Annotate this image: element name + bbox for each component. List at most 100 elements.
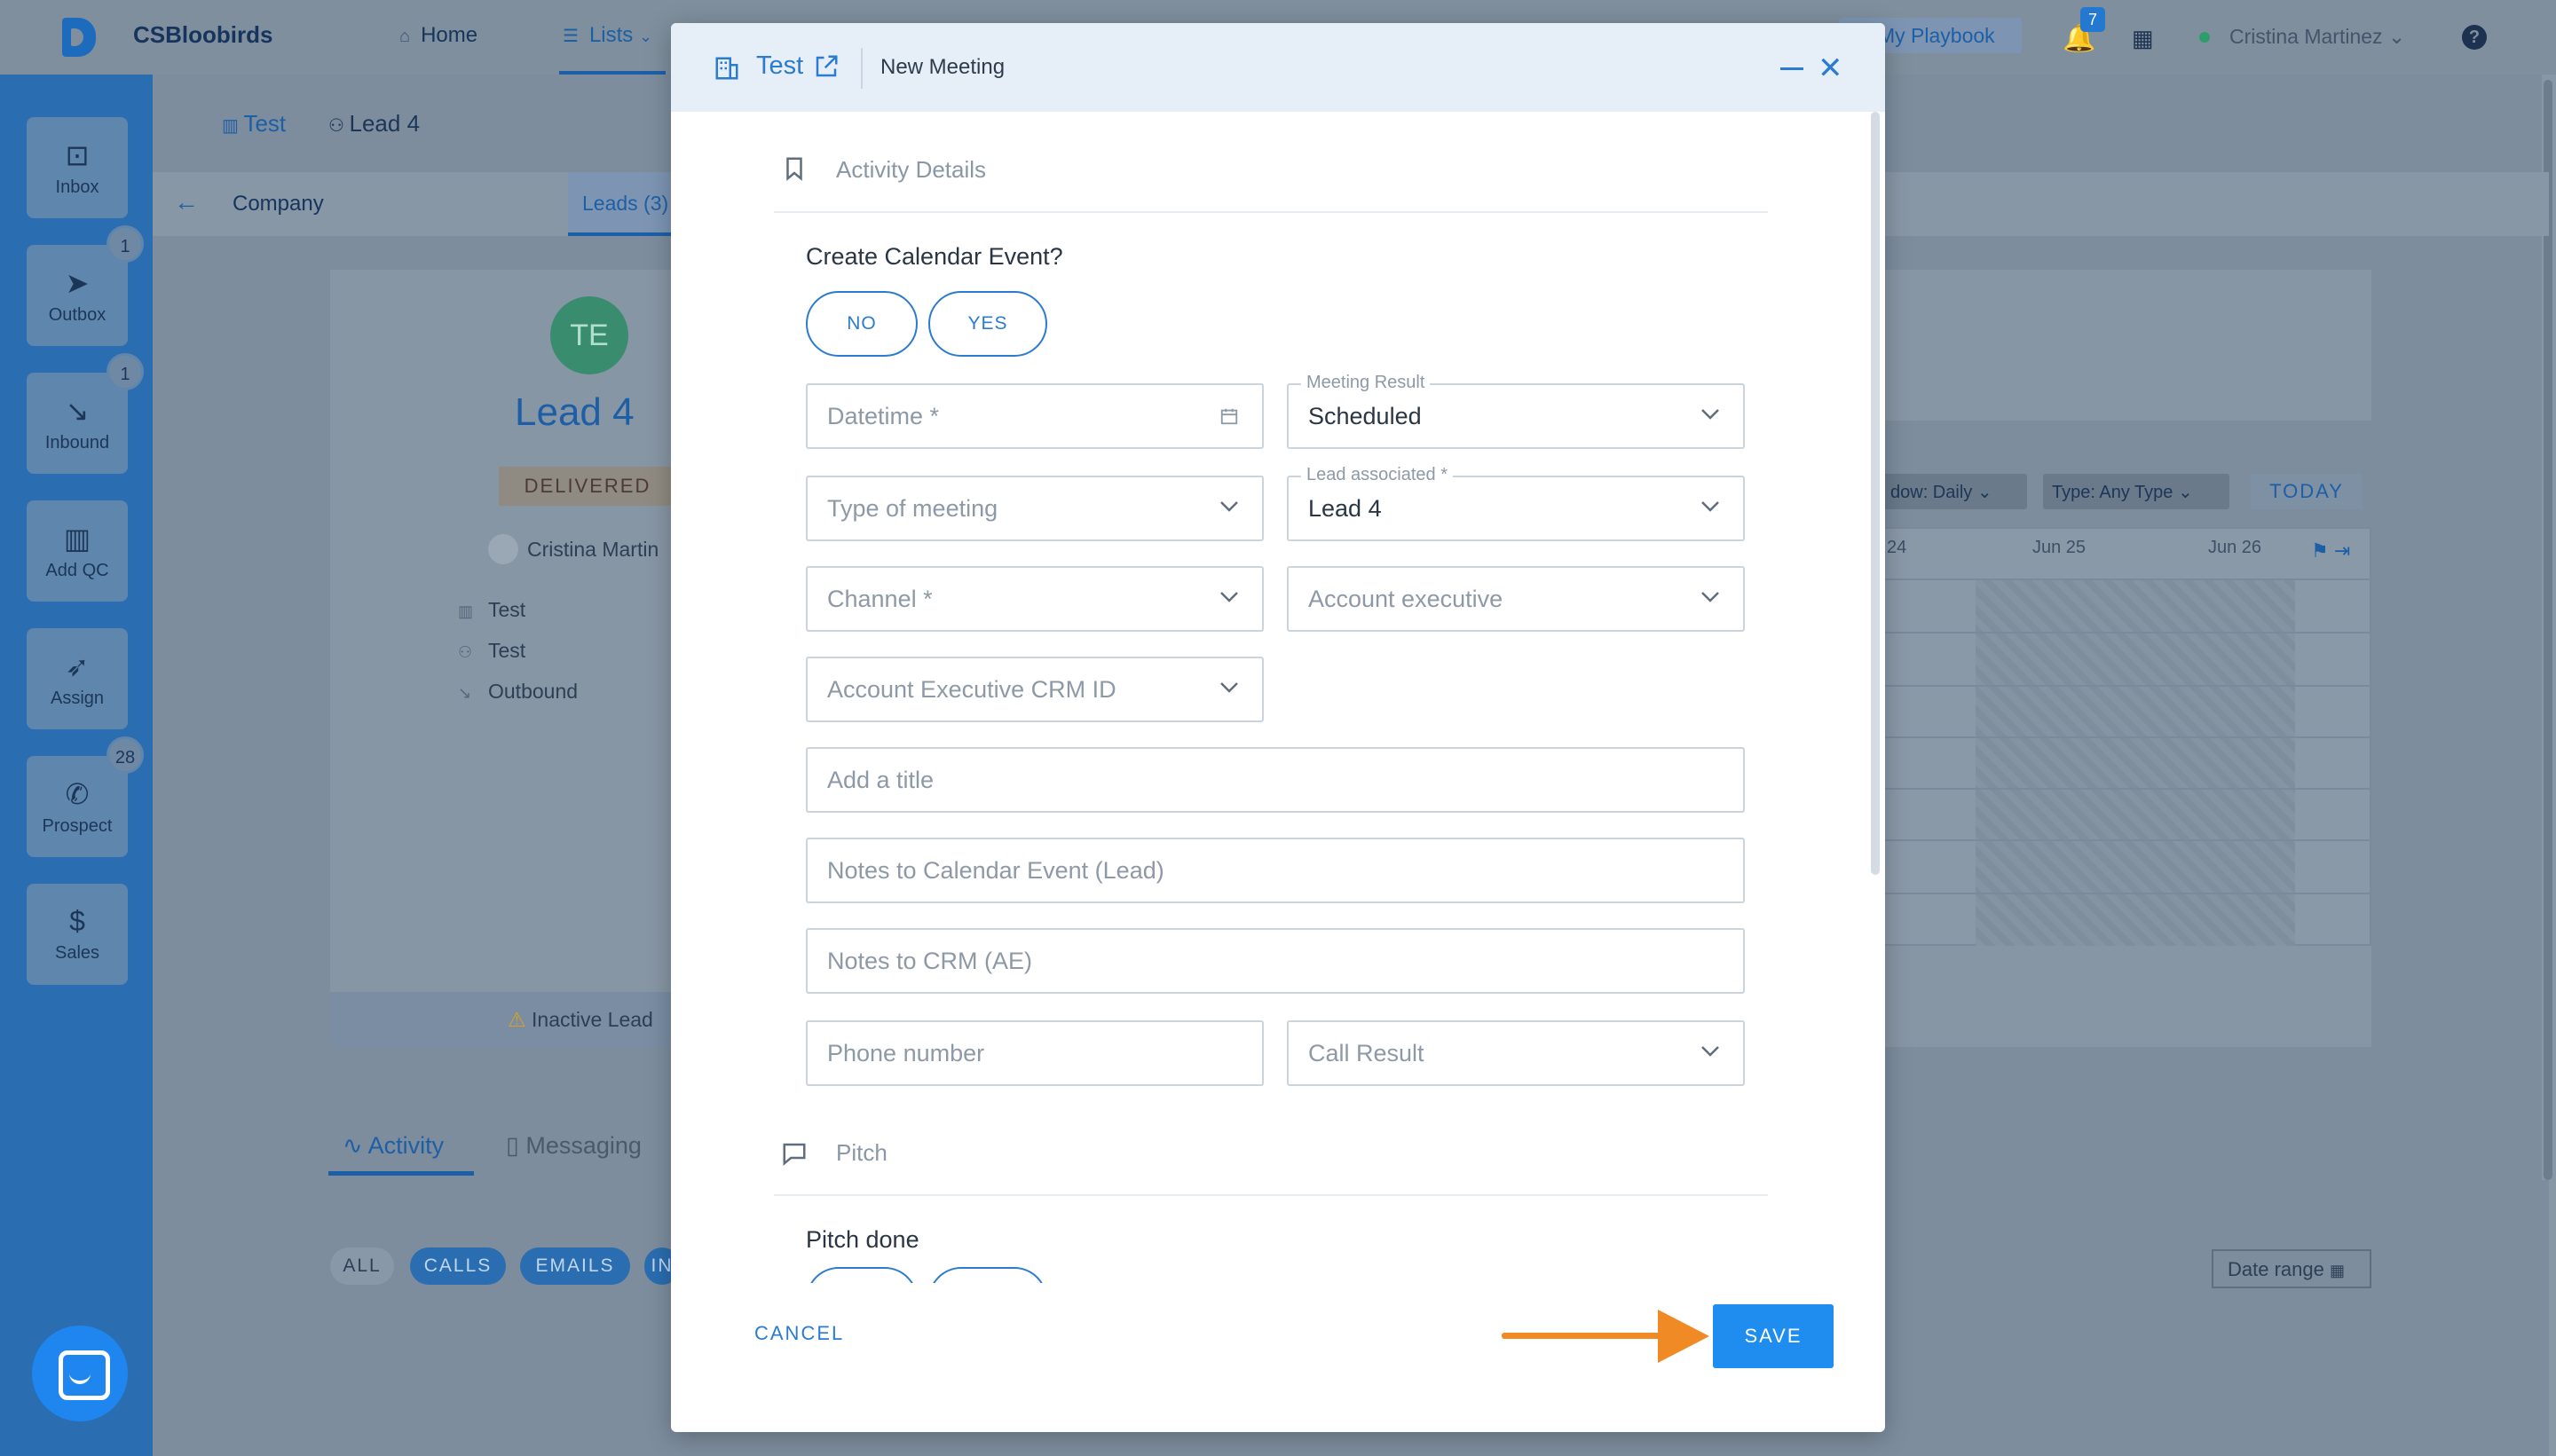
tab-activity[interactable]: ∿ Activity — [343, 1132, 444, 1160]
calendar-row-line — [1882, 736, 2371, 738]
create-calendar-event-label: Create Calendar Event? — [806, 243, 1063, 270]
meeting-result-select[interactable]: Meeting Result Scheduled — [1287, 373, 1745, 449]
building-icon — [715, 57, 738, 80]
phone-number-input[interactable]: Phone number — [806, 1020, 1264, 1086]
ae-crm-id-select[interactable]: Account Executive CRM ID — [806, 657, 1264, 722]
notes-calendar-event-input[interactable]: Notes to Calendar Event (Lead) — [806, 838, 1745, 903]
inactive-lead-banner: ⚠ Inactive Lead — [330, 992, 676, 1047]
minimize-icon[interactable] — [1780, 67, 1803, 70]
close-icon[interactable]: ✕ — [1818, 53, 1843, 83]
calendar-icon: ▦ — [2329, 1262, 2345, 1279]
warning-icon: ⚠ — [508, 1008, 532, 1031]
modal-header — [671, 23, 1885, 112]
new-meeting-modal: Test New Meeting ✕ Activity Details Crea… — [671, 23, 1885, 1432]
notes-crm-input[interactable]: Notes to CRM (AE) — [806, 928, 1745, 994]
logo-icon — [62, 18, 96, 57]
save-button[interactable]: SAVE — [1713, 1304, 1834, 1368]
lead-info-contact: ⚇ Test — [458, 639, 526, 662]
bookmark-icon — [786, 157, 802, 181]
right-panel — [1882, 270, 2371, 421]
calendar-row-line — [1882, 578, 2371, 580]
tab-leads[interactable]: Leads (3) — [568, 172, 674, 236]
sidebar-item-assign[interactable]: ➶ Assign — [27, 628, 128, 729]
tab-company[interactable]: Company — [233, 192, 324, 216]
sidebar-item-inbox[interactable]: ⊡ Inbox — [27, 117, 128, 218]
back-arrow-icon[interactable]: ← — [174, 188, 199, 216]
section-title-activity-details: Activity Details — [836, 156, 987, 183]
navigation-icon: ➶ — [65, 650, 90, 682]
no-toggle-button[interactable]: NO — [806, 291, 918, 357]
yes-toggle-button[interactable]: YES — [928, 291, 1047, 357]
sidebar-item-add-qc[interactable]: ▥ Add QC — [27, 500, 128, 602]
account-executive-select[interactable]: Account executive — [1287, 566, 1745, 632]
building-icon: ▥ — [458, 602, 474, 620]
sidebar-item-inbound[interactable]: ↘ Inbound — [27, 373, 128, 474]
tab-messaging[interactable]: ▯ Messaging — [506, 1132, 642, 1160]
call-result-select[interactable]: Call Result — [1287, 1020, 1745, 1086]
section-title-pitch: Pitch — [836, 1139, 888, 1166]
lead-associated-select[interactable]: Lead associated * Lead 4 — [1287, 465, 1745, 541]
building-icon: ▥ — [63, 523, 91, 555]
filter-chip-calls[interactable]: CALLS — [410, 1247, 506, 1285]
annotation-arrow-head — [1658, 1310, 1709, 1363]
filter-chip-all[interactable]: ALL — [330, 1247, 394, 1285]
section-divider — [774, 211, 1768, 213]
arrow-down-right-icon: ↘ — [458, 684, 472, 702]
title-input[interactable]: Add a title — [806, 747, 1745, 813]
list-icon: ☰ — [563, 27, 579, 46]
sidebar-item-sales[interactable]: $ Sales — [27, 884, 128, 985]
modal-scrollbar-thumb[interactable] — [1871, 112, 1880, 875]
calendar-icon — [1220, 408, 1238, 425]
header-divider — [861, 48, 863, 89]
chat-icon — [783, 1143, 806, 1166]
status-badge: DELIVERED — [499, 467, 676, 506]
calendar-row-line — [1882, 685, 2371, 687]
modal-footer — [671, 1283, 1885, 1304]
calendar-day-header: Jun 25 — [2032, 538, 2087, 557]
chat-launcher-icon[interactable] — [32, 1326, 128, 1421]
avatar: TE — [550, 296, 628, 374]
inbound-count-badge: 1 — [106, 353, 144, 390]
type-of-meeting-select[interactable]: Type of meeting — [806, 476, 1264, 541]
datetime-field[interactable]: Datetime * — [806, 383, 1264, 449]
activity-icon: ∿ — [343, 1132, 368, 1159]
calendar-day-header: Jun 26 — [2208, 538, 2262, 557]
page-scrollbar-thumb[interactable] — [2544, 80, 2552, 1180]
sidebar-item-outbox[interactable]: ➤ Outbox — [27, 245, 128, 346]
flag-icon[interactable]: ⚑ ⇥ — [2311, 539, 2350, 563]
right-panel-footer — [1882, 946, 2371, 1047]
home-icon: ⌂ — [399, 27, 411, 46]
inbox-icon: ⊡ — [65, 139, 90, 171]
today-button[interactable]: TODAY — [2251, 474, 2363, 509]
sidebar-item-prospect[interactable]: ✆ Prospect — [27, 756, 128, 857]
type-filter-select[interactable]: Type: Any Type ⌄ — [2043, 474, 2229, 509]
channel-select[interactable]: Channel * — [806, 566, 1264, 632]
user-menu[interactable]: Cristina Martinez ⌄ — [2229, 25, 2405, 49]
calendar-row-line — [1882, 893, 2371, 894]
modal-company-link[interactable]: Test — [756, 51, 803, 81]
app-name: CSBloobirds — [133, 21, 273, 48]
lead-info-source: ↘ Outbound — [458, 680, 579, 703]
filter-chip-emails[interactable]: EMAILS — [520, 1247, 630, 1285]
nav-lists[interactable]: ☰ Lists ⌄ — [563, 23, 652, 48]
lead-info-company: ▥ Test — [458, 598, 526, 621]
calendar-row-line — [1882, 788, 2371, 790]
notification-count-badge: 7 — [2080, 7, 2105, 32]
calendar-icon[interactable]: ▦ — [2132, 25, 2154, 52]
view-filter-select[interactable]: dow: Daily ⌄ — [1882, 474, 2027, 509]
document-icon: ▯ — [506, 1132, 526, 1159]
prospect-count-badge: 28 — [106, 736, 144, 774]
cancel-button[interactable]: CANCEL — [754, 1322, 844, 1345]
chevron-down-icon — [1701, 1046, 1719, 1057]
date-range-picker[interactable]: Date range ▦ — [2212, 1249, 2371, 1288]
sidebar: ⊡ Inbox ➤ Outbox 1 ↘ Inbound 1 ▥ Add QC ➶ Ass… — [0, 75, 153, 1456]
calendar-day-header: 24 — [1887, 538, 1907, 557]
chevron-down-icon — [1220, 592, 1238, 602]
external-link-icon[interactable] — [813, 53, 840, 80]
help-icon[interactable]: ? — [2462, 25, 2487, 50]
breadcrumb-company[interactable]: ▥ Test — [222, 110, 286, 138]
nav-home[interactable]: ⌂ Home — [399, 23, 477, 48]
calendar-hatched-area — [1976, 580, 2295, 946]
owner-avatar — [488, 534, 518, 564]
building-icon: ▥ — [222, 116, 244, 136]
